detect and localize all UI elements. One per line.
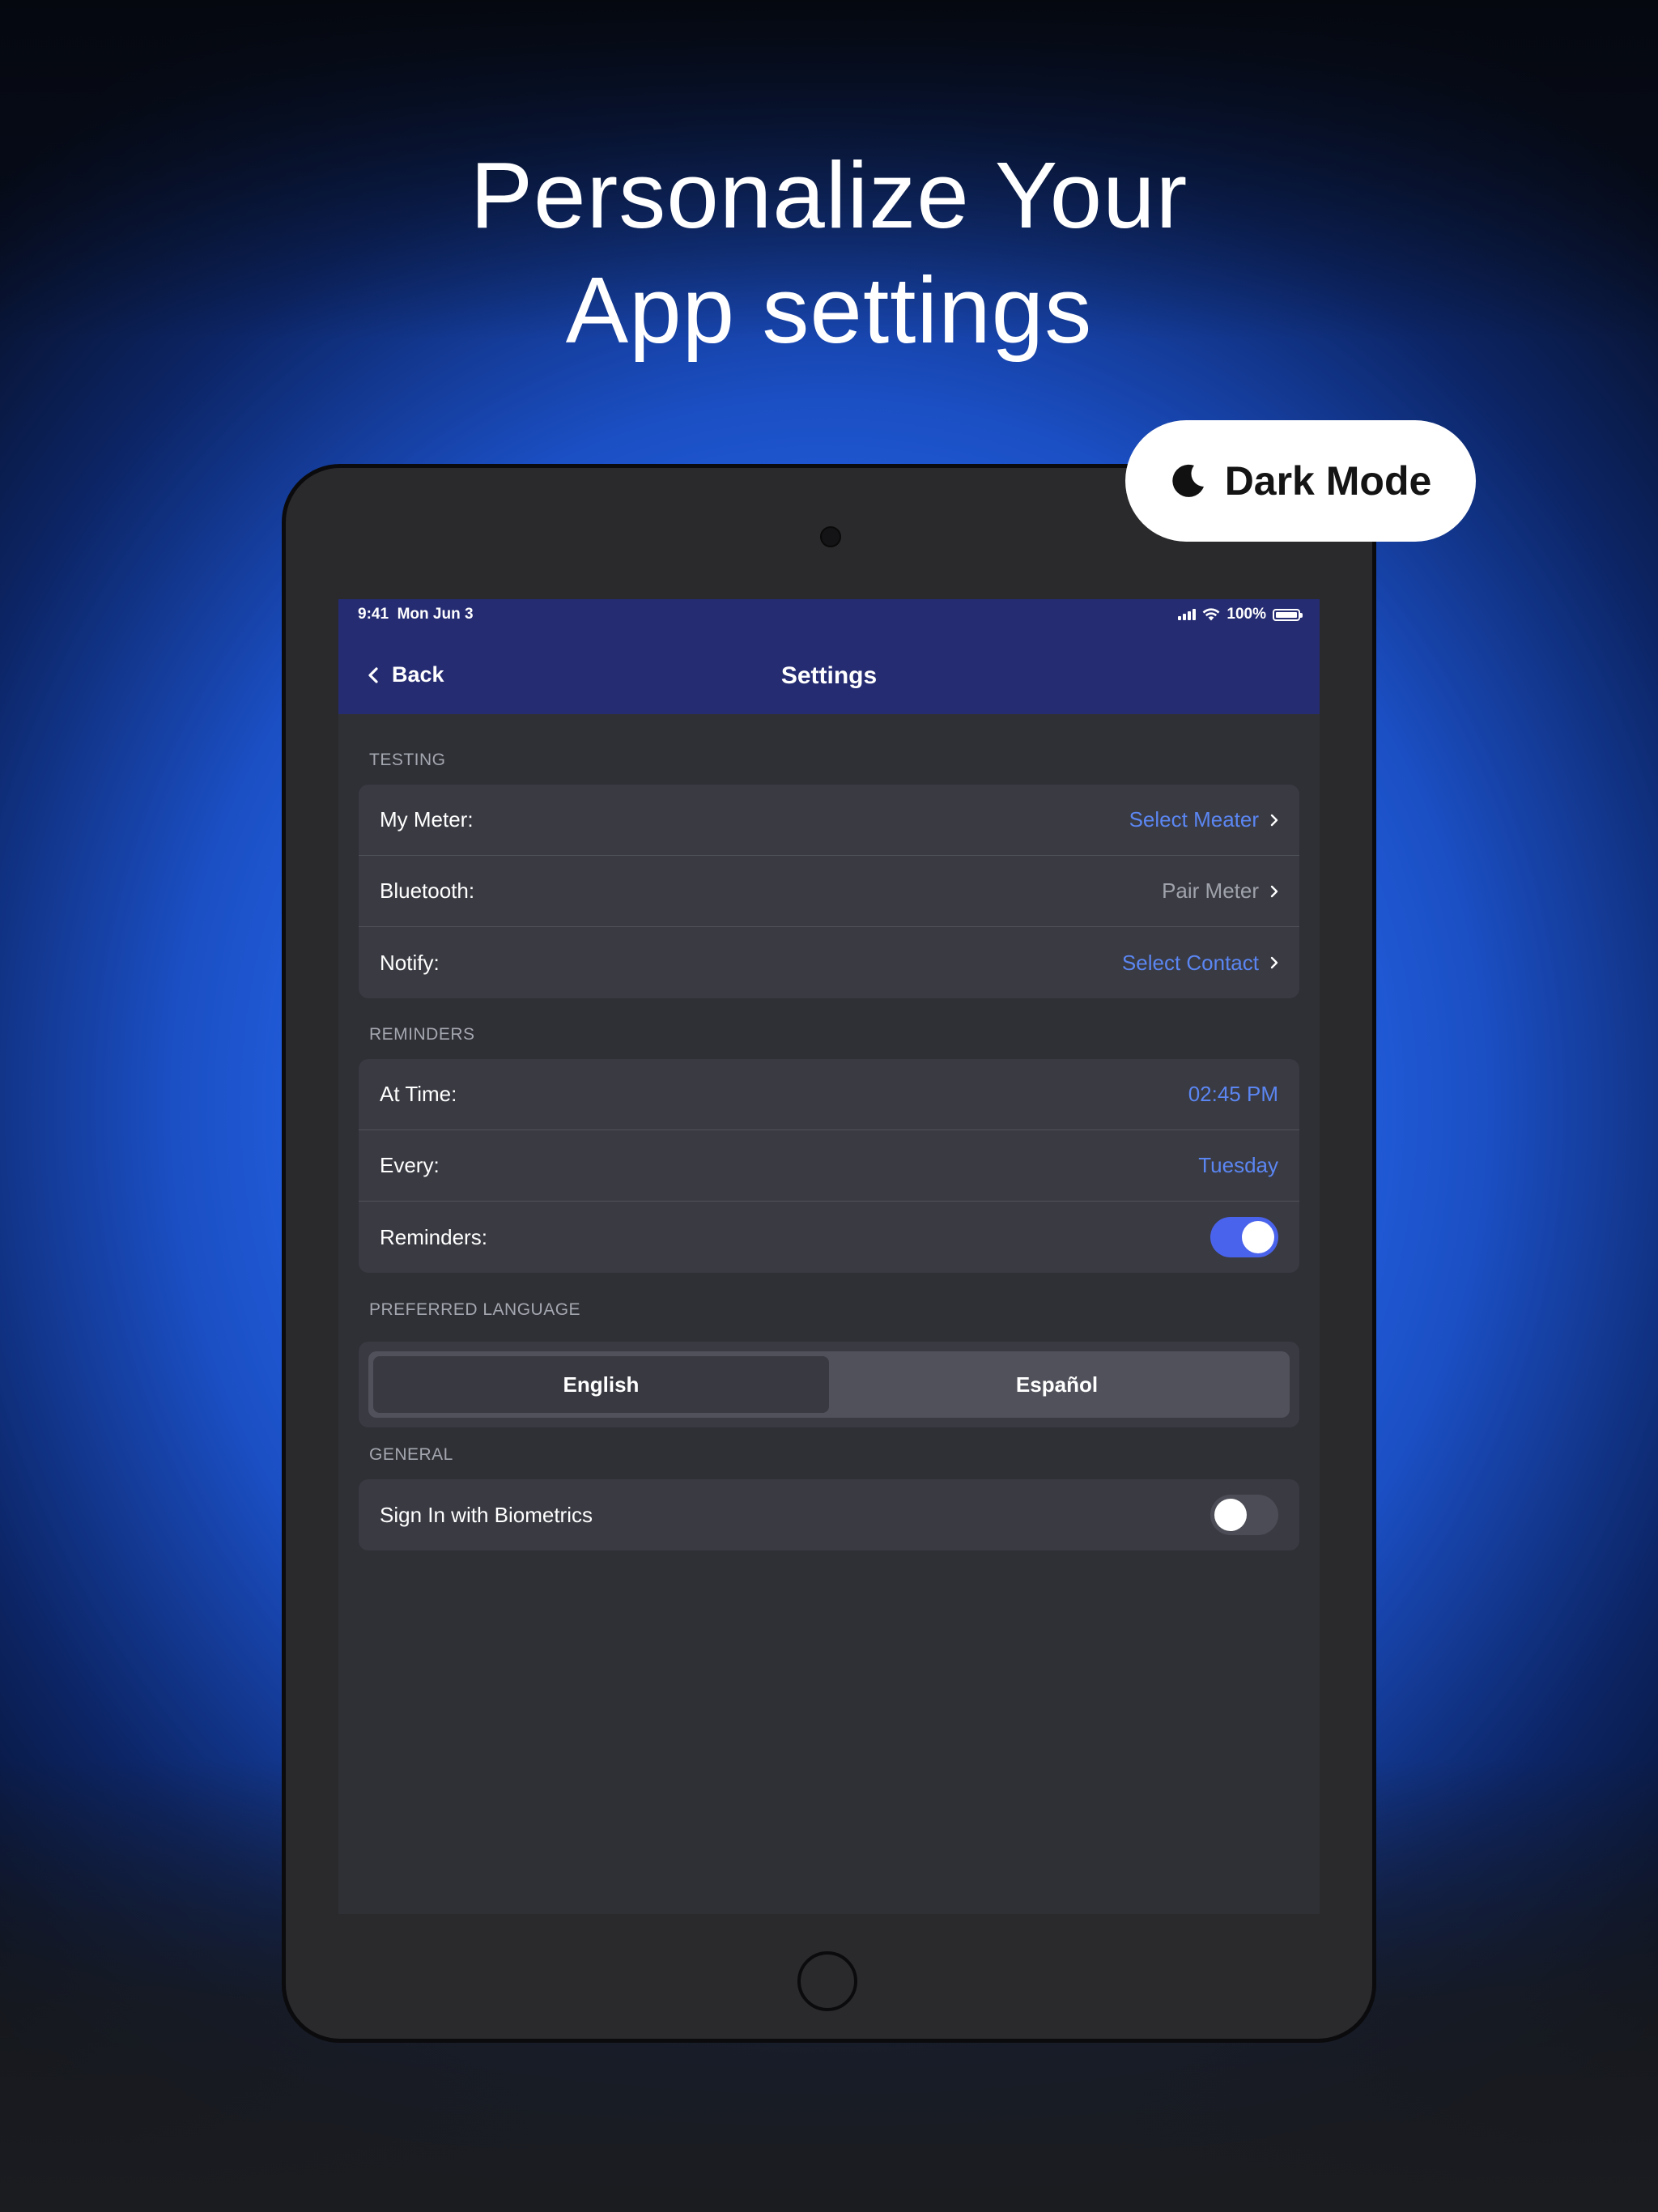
row-label: Notify:: [380, 950, 440, 975]
settings-screen: 9:41 Mon Jun 3 100% Back Settings TESTIN…: [338, 599, 1320, 1914]
status-date: Mon Jun 3: [397, 606, 474, 623]
chevron-right-icon: [1270, 885, 1278, 897]
row-label: Every:: [380, 1153, 440, 1177]
chevron-right-icon: [1270, 814, 1278, 826]
row-label: My Meter:: [380, 807, 474, 832]
toggle-knob: [1214, 1499, 1247, 1531]
section-label-reminders: REMINDERS: [369, 1025, 475, 1044]
chevron-right-icon: [1270, 956, 1278, 969]
row-value: Pair Meter: [1162, 878, 1278, 904]
language-group: English Español: [359, 1342, 1299, 1427]
headline-line-1: Personalize Your: [470, 143, 1188, 248]
status-time: 9:41: [358, 606, 389, 623]
biometrics-toggle[interactable]: [1210, 1495, 1278, 1535]
page-title: Settings: [780, 662, 878, 689]
section-label-language: PREFERRED LANGUAGE: [369, 1300, 581, 1319]
ipad-frame: 9:41 Mon Jun 3 100% Back Settings TESTIN…: [282, 464, 1376, 2043]
notify-value: Select Contact: [1121, 950, 1259, 975]
navigation-bar: 9:41 Mon Jun 3 100% Back Settings: [338, 599, 1320, 714]
dark-mode-badge[interactable]: Dark Mode: [1125, 420, 1476, 542]
row-value: Select Meater: [1129, 807, 1278, 832]
reminders-group: At Time: 02:45 PM Every: Tuesday Reminde…: [359, 1059, 1299, 1273]
at-time-value: 02:45 PM: [1188, 1082, 1278, 1106]
status-bar-indicators: 100%: [1178, 606, 1303, 623]
section-label-general: GENERAL: [369, 1445, 453, 1464]
dark-mode-label: Dark Mode: [1224, 458, 1432, 504]
status-bar-time: 9:41 Mon Jun 3: [358, 606, 474, 623]
row-label: Sign In with Biometrics: [380, 1502, 593, 1527]
camera-icon: [820, 526, 841, 547]
row-label: Bluetooth:: [380, 878, 475, 903]
headline-line-2: App settings: [565, 257, 1093, 363]
toggle-knob: [1242, 1221, 1274, 1253]
row-my-meter[interactable]: My Meter: Select Meater: [359, 785, 1299, 856]
battery-percentage: 100%: [1226, 606, 1266, 623]
row-biometrics: Sign In with Biometrics: [359, 1479, 1299, 1551]
my-meter-value: Select Meater: [1129, 807, 1259, 832]
reminders-toggle[interactable]: [1210, 1217, 1278, 1257]
general-group: Sign In with Biometrics: [359, 1479, 1299, 1551]
row-at-time[interactable]: At Time: 02:45 PM: [359, 1059, 1299, 1130]
row-label: At Time:: [380, 1082, 457, 1106]
testing-group: My Meter: Select Meater Bluetooth: Pair …: [359, 785, 1299, 998]
row-notify[interactable]: Notify: Select Contact: [359, 927, 1299, 998]
battery-icon: [1273, 608, 1303, 621]
language-option-english[interactable]: English: [373, 1356, 829, 1413]
section-label-testing: TESTING: [369, 751, 446, 769]
language-segmented-control: English Español: [368, 1351, 1290, 1418]
row-every[interactable]: Every: Tuesday: [359, 1130, 1299, 1202]
every-value: Tuesday: [1198, 1153, 1278, 1177]
cellular-signal-icon: [1178, 609, 1197, 620]
page-headline: Personalize Your App settings: [0, 138, 1658, 368]
row-label: Reminders:: [380, 1224, 487, 1249]
moon-icon: [1172, 464, 1204, 497]
home-button[interactable]: [797, 1951, 857, 2011]
row-value: Select Contact: [1122, 951, 1278, 976]
row-reminders-toggle: Reminders:: [359, 1202, 1299, 1273]
wifi-icon: [1202, 608, 1220, 621]
language-option-espanol[interactable]: Español: [829, 1356, 1285, 1413]
row-bluetooth[interactable]: Bluetooth: Pair Meter: [359, 856, 1299, 927]
bluetooth-value: Pair Meter: [1162, 878, 1259, 903]
